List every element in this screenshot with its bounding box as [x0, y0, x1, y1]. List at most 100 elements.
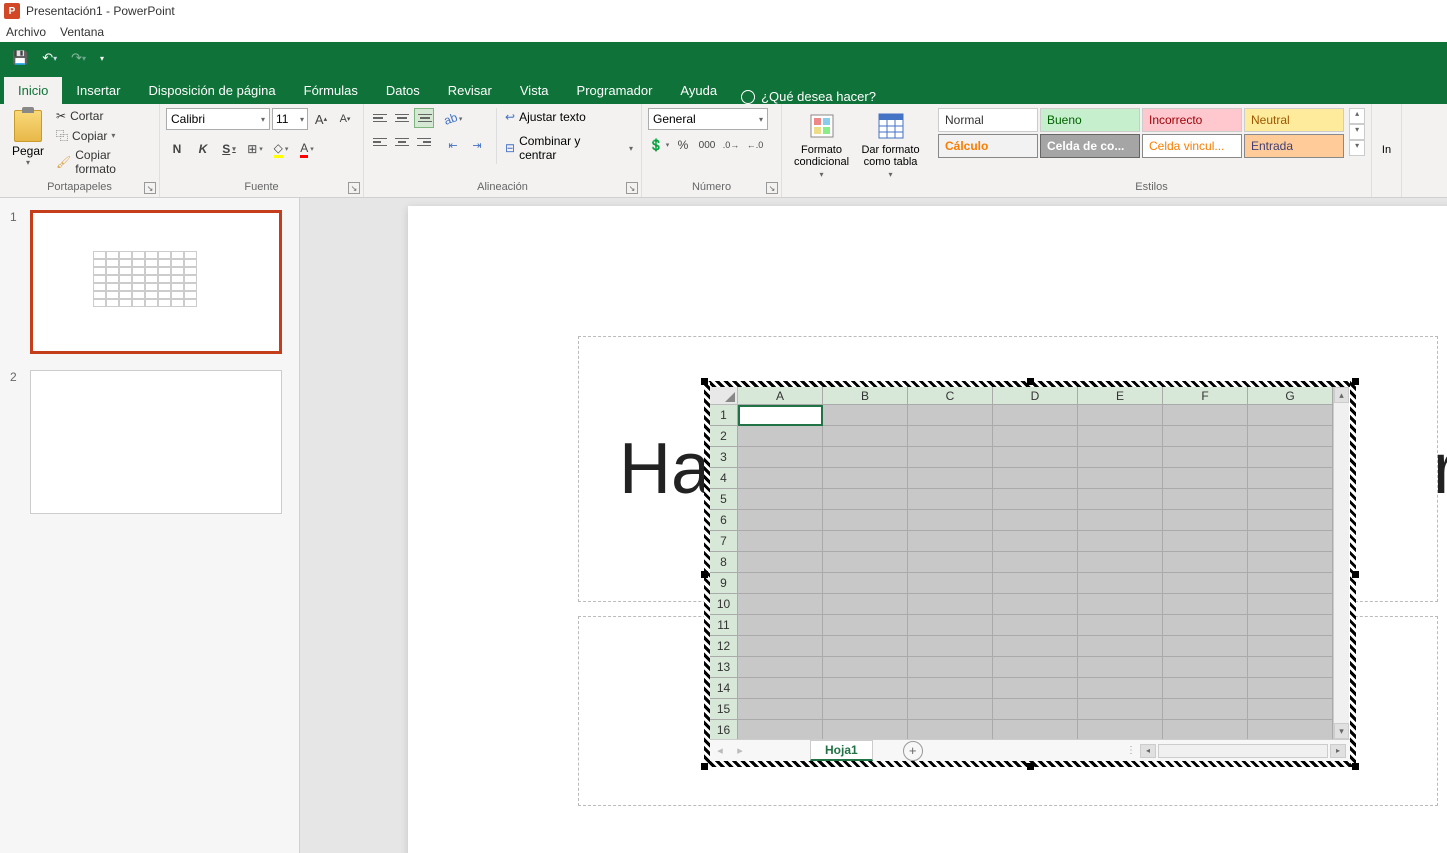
comma-button[interactable]: 000 — [696, 134, 718, 156]
cell-G7[interactable] — [1248, 531, 1333, 552]
cell-B9[interactable] — [823, 573, 908, 594]
cell-B5[interactable] — [823, 489, 908, 510]
cell-D10[interactable] — [993, 594, 1078, 615]
cell-A1[interactable] — [738, 405, 823, 426]
style-input[interactable]: Entrada — [1244, 134, 1344, 158]
cell-E11[interactable] — [1078, 615, 1163, 636]
scroll-down-button[interactable]: ▾ — [1334, 723, 1349, 739]
insert-cells-button[interactable]: In — [1378, 108, 1395, 158]
borders-button[interactable]: ⊞ — [244, 138, 266, 160]
add-sheet-button[interactable]: + — [903, 741, 923, 761]
cell-G13[interactable] — [1248, 657, 1333, 678]
clipboard-launcher[interactable]: ↘ — [144, 182, 156, 194]
cell-E16[interactable] — [1078, 720, 1163, 739]
tell-me-search[interactable]: ¿Qué desea hacer? — [731, 89, 886, 104]
cell-A5[interactable] — [738, 489, 823, 510]
vertical-scrollbar-track[interactable]: ▾ — [1333, 405, 1349, 739]
gallery-up-button[interactable]: ▴ — [1349, 108, 1365, 124]
resize-handle-s[interactable] — [1027, 763, 1034, 770]
embedded-excel-object[interactable]: A B C D E F G ▴ 1234567891011 — [704, 381, 1356, 767]
cell-D15[interactable] — [993, 699, 1078, 720]
align-bottom-button[interactable] — [414, 108, 434, 128]
cell-D9[interactable] — [993, 573, 1078, 594]
cell-B3[interactable] — [823, 447, 908, 468]
merge-center-button[interactable]: ⊟Combinar y centrar▾ — [503, 132, 635, 164]
style-bad[interactable]: Incorrecto — [1142, 108, 1242, 132]
row-header-1[interactable]: 1 — [710, 405, 738, 426]
cell-C10[interactable] — [908, 594, 993, 615]
cell-E10[interactable] — [1078, 594, 1163, 615]
increase-indent-button[interactable]: ⇥ — [466, 134, 488, 156]
row-header-12[interactable]: 12 — [710, 636, 738, 657]
cell-D13[interactable] — [993, 657, 1078, 678]
cell-B12[interactable] — [823, 636, 908, 657]
tab-datos[interactable]: Datos — [372, 77, 434, 104]
col-header-g[interactable]: G — [1248, 387, 1333, 405]
tab-programador[interactable]: Programador — [563, 77, 667, 104]
cell-B7[interactable] — [823, 531, 908, 552]
decrease-decimal-button[interactable]: ←.0 — [744, 134, 766, 156]
row-header-11[interactable]: 11 — [710, 615, 738, 636]
font-size-combo[interactable]: 11▾ — [272, 108, 308, 130]
cell-F14[interactable] — [1163, 678, 1248, 699]
cell-F9[interactable] — [1163, 573, 1248, 594]
cell-G15[interactable] — [1248, 699, 1333, 720]
cell-F10[interactable] — [1163, 594, 1248, 615]
cell-G11[interactable] — [1248, 615, 1333, 636]
wrap-text-button[interactable]: ↩Ajustar texto — [503, 108, 635, 126]
orientation-button[interactable]: ab — [442, 108, 464, 130]
cell-D4[interactable] — [993, 468, 1078, 489]
tab-formulas[interactable]: Fórmulas — [290, 77, 372, 104]
style-normal[interactable]: Normal — [938, 108, 1038, 132]
tab-revisar[interactable]: Revisar — [434, 77, 506, 104]
cell-B8[interactable] — [823, 552, 908, 573]
hscroll-right-button[interactable]: ▸ — [1330, 744, 1346, 758]
italic-button[interactable]: K — [192, 138, 214, 160]
cell-G4[interactable] — [1248, 468, 1333, 489]
align-right-button[interactable] — [414, 132, 434, 152]
cell-E2[interactable] — [1078, 426, 1163, 447]
format-painter-button[interactable]: 🖌Copiar formato — [54, 147, 153, 177]
cell-G14[interactable] — [1248, 678, 1333, 699]
cell-E15[interactable] — [1078, 699, 1163, 720]
cell-F6[interactable] — [1163, 510, 1248, 531]
resize-handle-se[interactable] — [1352, 763, 1359, 770]
redo-button[interactable]: ↷▾ — [67, 48, 90, 68]
font-color-button[interactable]: A — [296, 138, 318, 160]
cell-F16[interactable] — [1163, 720, 1248, 739]
col-header-c[interactable]: C — [908, 387, 993, 405]
cell-C15[interactable] — [908, 699, 993, 720]
cell-B14[interactable] — [823, 678, 908, 699]
row-header-13[interactable]: 13 — [710, 657, 738, 678]
sheet-nav-next[interactable]: ▸ — [730, 744, 750, 757]
cell-C12[interactable] — [908, 636, 993, 657]
cell-B1[interactable] — [823, 405, 908, 426]
cell-C3[interactable] — [908, 447, 993, 468]
menu-archivo[interactable]: Archivo — [6, 25, 46, 39]
row-header-2[interactable]: 2 — [710, 426, 738, 447]
slide-editing-area[interactable]: Ha r tí — [300, 198, 1447, 853]
col-header-f[interactable]: F — [1163, 387, 1248, 405]
cell-A9[interactable] — [738, 573, 823, 594]
decrease-indent-button[interactable]: ⇤ — [442, 134, 464, 156]
cell-G10[interactable] — [1248, 594, 1333, 615]
cell-A13[interactable] — [738, 657, 823, 678]
align-center-button[interactable] — [392, 132, 412, 152]
cell-A7[interactable] — [738, 531, 823, 552]
cell-C1[interactable] — [908, 405, 993, 426]
slide-thumbnail-2[interactable] — [30, 370, 282, 514]
cell-F12[interactable] — [1163, 636, 1248, 657]
cell-C5[interactable] — [908, 489, 993, 510]
tab-insertar[interactable]: Insertar — [62, 77, 134, 104]
slide-1[interactable]: Ha r tí — [408, 206, 1447, 853]
cell-D12[interactable] — [993, 636, 1078, 657]
cell-A3[interactable] — [738, 447, 823, 468]
cell-A12[interactable] — [738, 636, 823, 657]
cell-B11[interactable] — [823, 615, 908, 636]
conditional-format-button[interactable]: Formato condicional▾ — [788, 108, 855, 181]
scroll-up-button[interactable]: ▴ — [1334, 387, 1349, 403]
row-header-5[interactable]: 5 — [710, 489, 738, 510]
select-all-corner[interactable] — [710, 387, 738, 405]
row-header-8[interactable]: 8 — [710, 552, 738, 573]
customize-qat-button[interactable]: ▾ — [96, 52, 108, 65]
